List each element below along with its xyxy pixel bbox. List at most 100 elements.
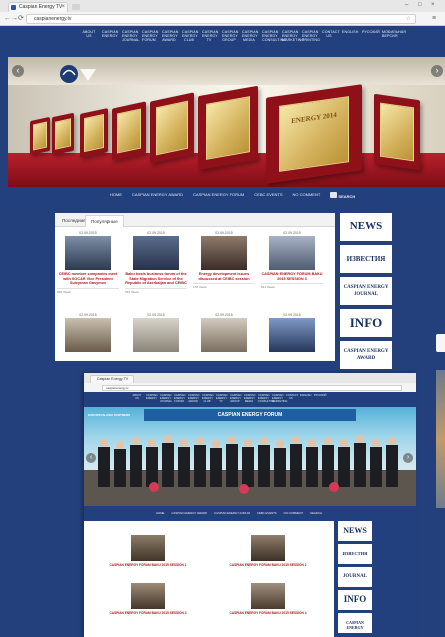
- hero-prev-arrow-icon[interactable]: ‹: [86, 453, 96, 463]
- top-nav-item[interactable]: CASPIAN ENERGY GROUP: [230, 394, 241, 403]
- journal-logo[interactable]: CASPIAN ENERGY JOURNAL: [340, 277, 392, 305]
- card-title[interactable]: CASPIAN ENERGY FORUM BAKU 2015 SESSION 2: [218, 563, 318, 567]
- hero-next-arrow-icon[interactable]: ›: [403, 453, 413, 463]
- close-window-icon[interactable]: ×: [431, 2, 435, 8]
- new-tab-button[interactable]: [72, 4, 80, 10]
- subnav-home[interactable]: HOME: [156, 511, 164, 515]
- top-nav-item[interactable]: CASPIAN ENERGY FORUM: [142, 30, 158, 43]
- subnav-award[interactable]: CASPIAN ENERGY AWARD: [132, 192, 183, 200]
- top-nav-item[interactable]: ABOUT US: [132, 394, 142, 403]
- award-logo[interactable]: CASPIAN ENERGY AWARD: [340, 341, 392, 369]
- video-card[interactable]: CASPIAN ENERGY FORUM BAKU 2015 SESSION 1: [98, 535, 198, 567]
- top-nav-item[interactable]: CASPIAN ENERGY TV: [216, 394, 227, 403]
- video-card[interactable]: 02.09.2015: [125, 313, 187, 352]
- video-card[interactable]: CASPIAN ENERGY FORUM BAKU 2015 SESSION 2: [218, 535, 318, 567]
- video-card[interactable]: 02.09.2015 Baku hosts business forum of …: [125, 231, 187, 294]
- top-nav-item[interactable]: CASPIAN ENERGY GROUP: [222, 30, 238, 43]
- card-title[interactable]: CASPIAN ENERGY FORUM BAKU 2015 SESSION 1: [98, 563, 198, 567]
- izvestiya-logo[interactable]: ИЗВЕСТИЯ: [338, 544, 372, 564]
- subnav-award[interactable]: CASPIAN ENERGY AWARD: [171, 511, 207, 515]
- video-card[interactable]: 02.09.2015: [57, 313, 119, 352]
- subnav-no-comment[interactable]: NO COMMENT: [284, 511, 303, 515]
- browser-tab[interactable]: Caspian Energy TV ×: [8, 2, 68, 12]
- url-field[interactable]: caspianenergy.tv: [102, 385, 402, 391]
- top-nav-item[interactable]: ENGLISH: [300, 394, 311, 403]
- card-thumbnail[interactable]: [131, 583, 165, 609]
- top-nav-item[interactable]: РУССКИЙ: [362, 30, 380, 43]
- top-nav-item[interactable]: CASPIAN ENERGY: [102, 30, 118, 43]
- video-card[interactable]: CASPIAN ENERGY FORUM BAKU 2015 SESSION 4: [218, 583, 318, 615]
- top-nav-item[interactable]: CASPIAN ENERGY MEDIA: [242, 30, 258, 43]
- top-nav-item[interactable]: CASPIAN ENERGY PRINTING: [302, 30, 320, 43]
- top-nav-item[interactable]: CASPIAN ENERGY AWARD: [162, 30, 178, 43]
- card-thumbnail[interactable]: [251, 583, 285, 609]
- top-nav-item[interactable]: CASPIAN ENERGY CONSULTING: [258, 394, 275, 403]
- subnav-forum[interactable]: CASPIAN ENERGY FORUM: [193, 192, 244, 200]
- reload-icon[interactable]: ⟳: [18, 15, 24, 23]
- top-nav-item[interactable]: CASPIAN ENERGY MARKETING: [282, 30, 304, 43]
- back-arrow-icon[interactable]: ←: [4, 15, 11, 23]
- news-logo[interactable]: NEWS: [340, 213, 392, 241]
- tab-popular[interactable]: Популярные: [85, 215, 124, 227]
- hero-next-arrow-icon[interactable]: ›: [431, 65, 443, 77]
- card-thumbnail[interactable]: [201, 236, 247, 270]
- card-title[interactable]: CASPIAN ENERGY FORUM BAKU 2015 SESSION 3: [98, 611, 198, 615]
- top-nav-item[interactable]: CASPIAN ENERGY: [146, 394, 157, 403]
- forward-arrow-icon[interactable]: →: [11, 15, 18, 23]
- top-nav-item[interactable]: CASPIAN ENERGY CONSULTING: [262, 30, 286, 43]
- browser-menu-icon[interactable]: ≡: [432, 15, 436, 22]
- journal-logo[interactable]: JOURNAL: [338, 567, 372, 587]
- top-nav-item[interactable]: CASPIAN ENERGY JOURNAL: [160, 394, 172, 403]
- card-thumbnail[interactable]: [133, 236, 179, 270]
- award-logo[interactable]: CASPIAN ENERGY: [338, 613, 372, 633]
- top-nav-item[interactable]: CONTACT US: [322, 30, 340, 43]
- top-nav-item[interactable]: CASPIAN ENERGY MARKETING: [272, 394, 287, 403]
- video-card[interactable]: 02.09.2015: [261, 313, 323, 352]
- subnav-events[interactable]: CEBC EVENTS: [257, 511, 277, 515]
- card-thumbnail[interactable]: [201, 318, 247, 352]
- hero-prev-arrow-icon[interactable]: ‹: [12, 65, 24, 77]
- card-title[interactable]: CASPIAN ENERGY FORUM BAKU 2015 SESSION 4: [218, 611, 318, 615]
- subnav-no-comment[interactable]: NO COMMENT: [293, 192, 321, 200]
- top-nav-item[interactable]: МОБИЛЬНАЯ ВЕРСИЯ: [382, 30, 406, 43]
- card-thumbnail[interactable]: [251, 535, 285, 561]
- top-nav-item[interactable]: CASPIAN ENERGY FORUM: [174, 394, 185, 403]
- video-card[interactable]: 02.09.2015 Energy development issues dis…: [193, 231, 255, 289]
- video-card[interactable]: 02.09.2015 CEIBC member companies meet w…: [57, 231, 119, 294]
- card-title[interactable]: Baku hosts business forum of the State M…: [125, 272, 187, 286]
- card-title[interactable]: CASPIAN ENERGY FORUM BAKU 2015 SESSION 3: [261, 272, 323, 281]
- maximize-icon[interactable]: □: [418, 2, 422, 8]
- card-title[interactable]: CEIBC member companies meet with SOCAR V…: [57, 272, 119, 286]
- bookmark-star-icon[interactable]: ☆: [406, 15, 411, 23]
- browser-tab[interactable]: Caspian Energy TV: [90, 375, 134, 383]
- video-card[interactable]: CASPIAN ENERGY FORUM BAKU 2015 SESSION 3: [98, 583, 198, 615]
- search-button[interactable]: SEARCH: [310, 511, 322, 515]
- card-thumbnail[interactable]: [133, 318, 179, 352]
- card-thumbnail[interactable]: [65, 236, 111, 270]
- search-button[interactable]: SEARCH: [330, 192, 355, 200]
- card-thumbnail[interactable]: [269, 236, 315, 270]
- top-nav-item[interactable]: CONTACT US: [286, 394, 298, 403]
- izvestiya-logo[interactable]: ИЗВЕСТИЯ: [340, 245, 392, 273]
- info-logo[interactable]: INFO: [340, 309, 392, 337]
- card-thumbnail[interactable]: [131, 535, 165, 561]
- news-logo[interactable]: NEWS: [338, 521, 372, 541]
- url-field[interactable]: caspianenergy.tv ☆: [26, 14, 416, 24]
- top-nav-item[interactable]: CASPIAN ENERGY CLUB: [202, 394, 213, 403]
- info-logo[interactable]: INFO: [338, 590, 372, 610]
- card-title[interactable]: Energy development issues discussed at C…: [193, 272, 255, 281]
- subnav-home[interactable]: HOME: [110, 192, 122, 200]
- top-nav-item[interactable]: ABOUT US: [82, 30, 96, 43]
- subnav-forum[interactable]: CASPIAN ENERGY FORUM: [214, 511, 250, 515]
- top-nav-item[interactable]: CASPIAN ENERGY TV: [202, 30, 218, 43]
- close-tab-icon[interactable]: ×: [61, 3, 65, 12]
- card-thumbnail[interactable]: [65, 318, 111, 352]
- card-thumbnail[interactable]: [269, 318, 315, 352]
- top-nav-item[interactable]: РУССКИЙ: [314, 394, 326, 403]
- subnav-events[interactable]: CEBC EVENTS: [254, 192, 282, 200]
- top-nav-item[interactable]: CASPIAN ENERGY AWARD: [188, 394, 199, 403]
- video-card[interactable]: 02.09.2015: [193, 313, 255, 352]
- side-feedback-tab[interactable]: [436, 334, 445, 352]
- top-nav-item[interactable]: CASPIAN ENERGY MEDIA: [244, 394, 255, 403]
- minimize-icon[interactable]: –: [405, 2, 408, 8]
